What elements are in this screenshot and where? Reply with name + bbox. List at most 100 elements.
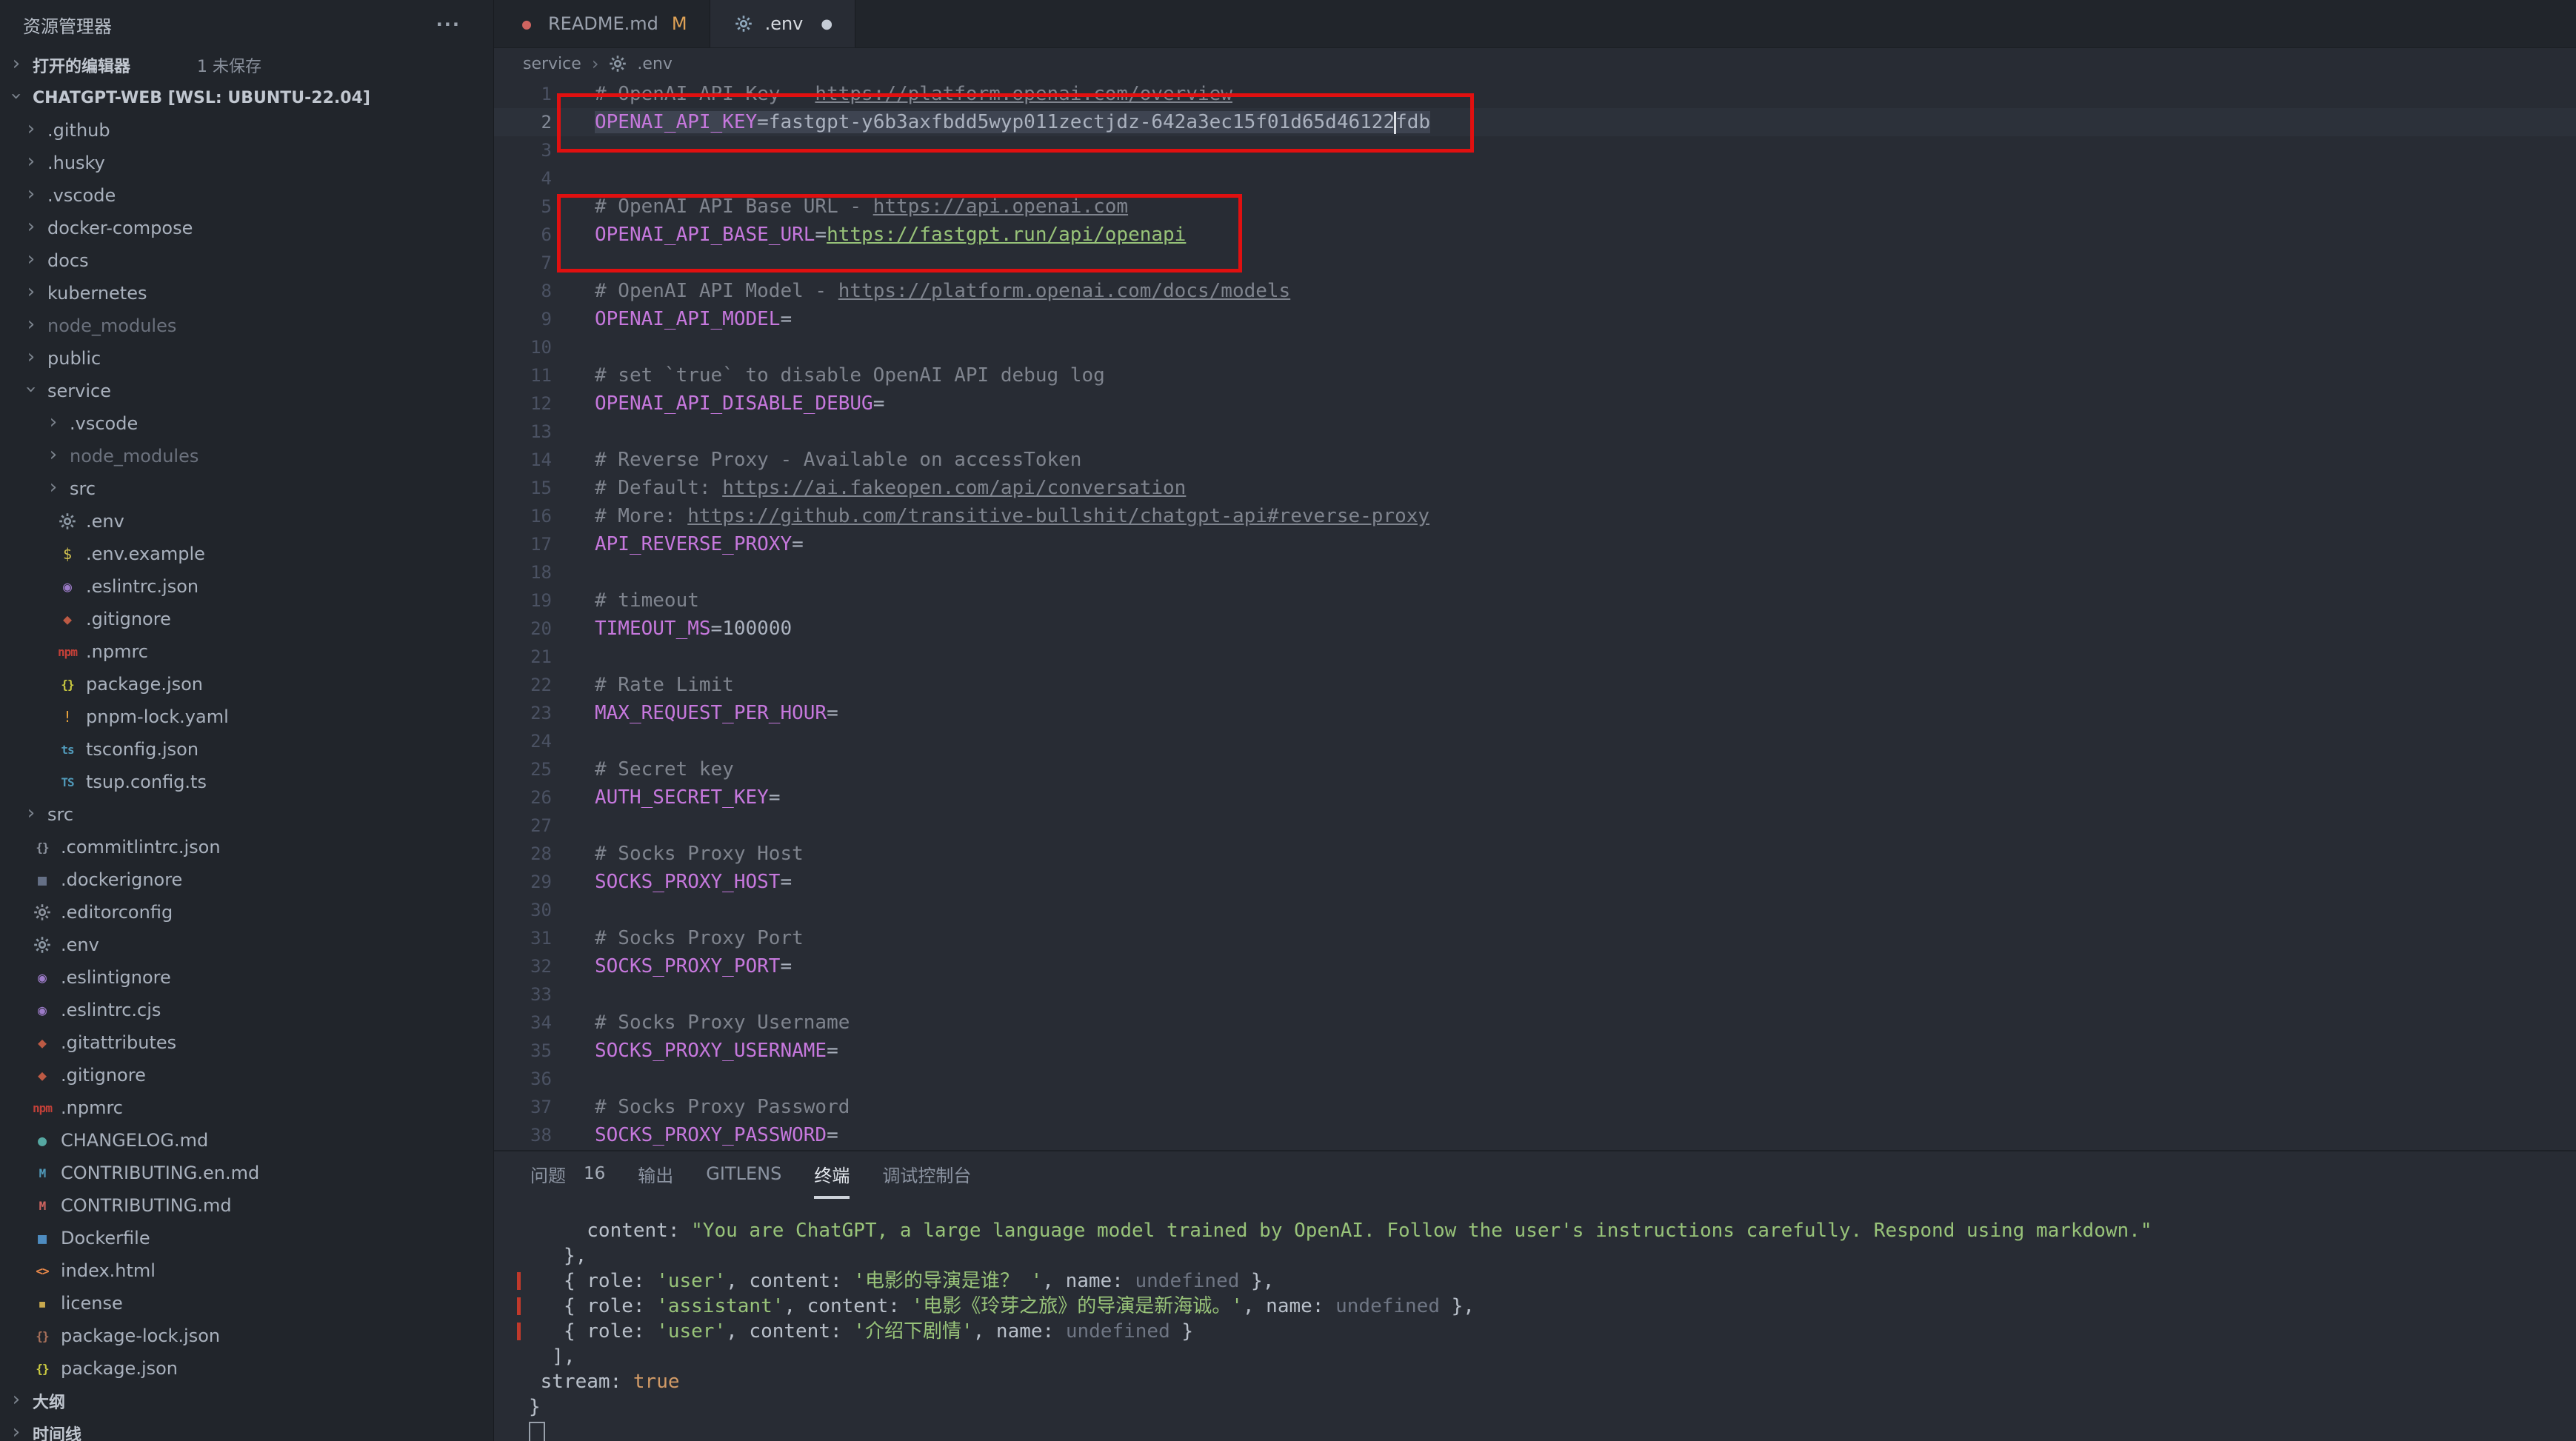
- tree-item-tsup.config.ts[interactable]: TStsup.config.ts: [0, 766, 493, 798]
- code-line-38[interactable]: 38SOCKS_PROXY_PASSWORD=: [493, 1121, 2576, 1149]
- code-line-35[interactable]: 35SOCKS_PROXY_USERNAME=: [493, 1037, 2576, 1065]
- code-line-17[interactable]: 17API_REVERSE_PROXY=: [493, 530, 2576, 558]
- code-line-6[interactable]: 6OPENAI_API_BASE_URL=https://fastgpt.run…: [493, 221, 2576, 249]
- tree-item-index.html[interactable]: <>index.html: [0, 1254, 493, 1287]
- code-editor[interactable]: 1# OpenAI API Key - https://platform.ope…: [493, 80, 2576, 1150]
- outline-section[interactable]: › 大纲: [0, 1385, 493, 1417]
- code-line-23[interactable]: 23MAX_REQUEST_PER_HOUR=: [493, 699, 2576, 727]
- panel-tab-终端[interactable]: 终端: [814, 1151, 850, 1199]
- code-line-20[interactable]: 20TIMEOUT_MS=100000: [493, 615, 2576, 643]
- tree-item-.gitignore[interactable]: ◆.gitignore: [0, 1059, 493, 1091]
- tree-item-.gitattributes[interactable]: ◆.gitattributes: [0, 1026, 493, 1059]
- terminal[interactable]: content: "You are ChatGPT, a large langu…: [493, 1199, 2576, 1441]
- code-line-29[interactable]: 29SOCKS_PROXY_HOST=: [493, 868, 2576, 896]
- tree-item-node_modules[interactable]: ›node_modules: [0, 440, 493, 472]
- code-line-31[interactable]: 31# Socks Proxy Port: [493, 924, 2576, 952]
- code-line-21[interactable]: 21: [493, 643, 2576, 671]
- tab-.env[interactable]: .env ●: [710, 0, 856, 47]
- code-line-19[interactable]: 19# timeout: [493, 586, 2576, 615]
- tree-item-license[interactable]: ▪license: [0, 1287, 493, 1320]
- code-line-7[interactable]: 7: [493, 249, 2576, 277]
- tree-item-package-lock.json[interactable]: {}package-lock.json: [0, 1320, 493, 1352]
- tree-item-.env[interactable]: .env: [0, 929, 493, 961]
- tab-label: .env: [765, 13, 804, 34]
- tree-item-.commitlintrc.json[interactable]: {}.commitlintrc.json: [0, 831, 493, 863]
- tree-item-.eslintrc.json[interactable]: ◉.eslintrc.json: [0, 570, 493, 603]
- code-line-10[interactable]: 10: [493, 333, 2576, 361]
- code-line-30[interactable]: 30: [493, 896, 2576, 924]
- tree-item-.husky[interactable]: ›.husky: [0, 147, 493, 179]
- tree-item-.gitignore[interactable]: ◆.gitignore: [0, 603, 493, 635]
- tree-item-src[interactable]: ›src: [0, 798, 493, 831]
- code-line-9[interactable]: 9OPENAI_API_MODEL=: [493, 305, 2576, 333]
- more-actions-icon[interactable]: ···: [436, 14, 461, 35]
- panel-tab-GITLENS[interactable]: GITLENS: [706, 1151, 781, 1199]
- tree-item-.env[interactable]: .env: [0, 505, 493, 538]
- tree-item-.eslintignore[interactable]: ◉.eslintignore: [0, 961, 493, 994]
- json-icon: {}: [56, 673, 79, 695]
- tree-item-CHANGELOG.md[interactable]: ●CHANGELOG.md: [0, 1124, 493, 1157]
- line-number: 32: [493, 952, 552, 980]
- code-line-4[interactable]: 4: [493, 164, 2576, 193]
- unsaved-dot-icon[interactable]: ●: [821, 16, 832, 32]
- code-line-2[interactable]: 2OPENAI_API_KEY=fastgpt-y6b3axfbdd5wyp01…: [493, 108, 2576, 136]
- code-line-16[interactable]: 16# More: https://github.com/transitive-…: [493, 502, 2576, 530]
- tree-item-CONTRIBUTING.en.md[interactable]: MCONTRIBUTING.en.md: [0, 1157, 493, 1189]
- code-line-5[interactable]: 5# OpenAI API Base URL - https://api.ope…: [493, 193, 2576, 221]
- tree-item-docs[interactable]: ›docs: [0, 244, 493, 277]
- tree-item-.github[interactable]: ›.github: [0, 114, 493, 147]
- code-line-12[interactable]: 12OPENAI_API_DISABLE_DEBUG=: [493, 389, 2576, 418]
- code-line-32[interactable]: 32SOCKS_PROXY_PORT=: [493, 952, 2576, 980]
- code-line-24[interactable]: 24: [493, 727, 2576, 755]
- code-line-37[interactable]: 37# Socks Proxy Password: [493, 1093, 2576, 1121]
- code-line-27[interactable]: 27: [493, 812, 2576, 840]
- tree-item-.npmrc[interactable]: npm.npmrc: [0, 635, 493, 668]
- code-line-11[interactable]: 11# set `true` to disable OpenAI API deb…: [493, 361, 2576, 389]
- tree-item-.vscode[interactable]: ›.vscode: [0, 179, 493, 212]
- tree-item-public[interactable]: ›public: [0, 342, 493, 375]
- tree-item-tsconfig.json[interactable]: tstsconfig.json: [0, 733, 493, 766]
- panel-tab-问题[interactable]: 问题16: [530, 1151, 605, 1199]
- code-line-25[interactable]: 25# Secret key: [493, 755, 2576, 783]
- tree-item-.editorconfig[interactable]: .editorconfig: [0, 896, 493, 929]
- code-line-3[interactable]: 3: [493, 136, 2576, 164]
- open-editors-section[interactable]: › 打开的编辑器 1 未保存: [0, 49, 493, 81]
- tree-item-node_modules[interactable]: ›node_modules: [0, 310, 493, 342]
- timeline-section[interactable]: › 时间线: [0, 1417, 493, 1441]
- code-line-14[interactable]: 14# Reverse Proxy - Available on accessT…: [493, 446, 2576, 474]
- code-line-22[interactable]: 22# Rate Limit: [493, 671, 2576, 699]
- code-line-26[interactable]: 26AUTH_SECRET_KEY=: [493, 783, 2576, 812]
- tree-item-kubernetes[interactable]: ›kubernetes: [0, 277, 493, 310]
- tab-README.md[interactable]: ●README.mdM: [493, 0, 710, 47]
- code-line-36[interactable]: 36: [493, 1065, 2576, 1093]
- workspace-section[interactable]: › CHATGPT-WEB [WSL: UBUNTU-22.04]: [0, 81, 493, 114]
- breadcrumb-file[interactable]: .env: [637, 55, 673, 73]
- tree-item-src[interactable]: ›src: [0, 472, 493, 505]
- code-line-8[interactable]: 8# OpenAI API Model - https://platform.o…: [493, 277, 2576, 305]
- tree-item-package.json[interactable]: {}package.json: [0, 668, 493, 701]
- tree-item-service[interactable]: ›service: [0, 375, 493, 407]
- code-line-33[interactable]: 33: [493, 980, 2576, 1009]
- code-line-1[interactable]: 1# OpenAI API Key - https://platform.ope…: [493, 80, 2576, 108]
- tree-item-pnpm-lock.yaml[interactable]: !pnpm-lock.yaml: [0, 701, 493, 733]
- tree-item-.vscode[interactable]: ›.vscode: [0, 407, 493, 440]
- breadcrumb-folder[interactable]: service: [523, 55, 581, 73]
- tree-item-docker-compose[interactable]: ›docker-compose: [0, 212, 493, 244]
- panel-tab-输出[interactable]: 输出: [638, 1151, 673, 1199]
- code-line-13[interactable]: 13: [493, 418, 2576, 446]
- code-line-34[interactable]: 34# Socks Proxy Username: [493, 1009, 2576, 1037]
- tree-item-package.json[interactable]: {}package.json: [0, 1352, 493, 1385]
- tree-item-.dockerignore[interactable]: ■.dockerignore: [0, 863, 493, 896]
- tree-item-label: node_modules: [70, 446, 198, 467]
- code-line-15[interactable]: 15# Default: https://ai.fakeopen.com/api…: [493, 474, 2576, 502]
- code-line-18[interactable]: 18: [493, 558, 2576, 586]
- tree-item-label: Dockerfile: [61, 1228, 150, 1248]
- tree-item-.eslintrc.cjs[interactable]: ◉.eslintrc.cjs: [0, 994, 493, 1026]
- panel-tab-调试控制台[interactable]: 调试控制台: [882, 1151, 971, 1199]
- tree-item-.env.example[interactable]: $.env.example: [0, 538, 493, 570]
- tree-item-Dockerfile[interactable]: ■Dockerfile: [0, 1222, 493, 1254]
- tree-item-CONTRIBUTING.md[interactable]: MCONTRIBUTING.md: [0, 1189, 493, 1222]
- file-tree: ›.github›.husky›.vscode›docker-compose›d…: [0, 114, 493, 1385]
- code-line-28[interactable]: 28# Socks Proxy Host: [493, 840, 2576, 868]
- tree-item-.npmrc[interactable]: npm.npmrc: [0, 1091, 493, 1124]
